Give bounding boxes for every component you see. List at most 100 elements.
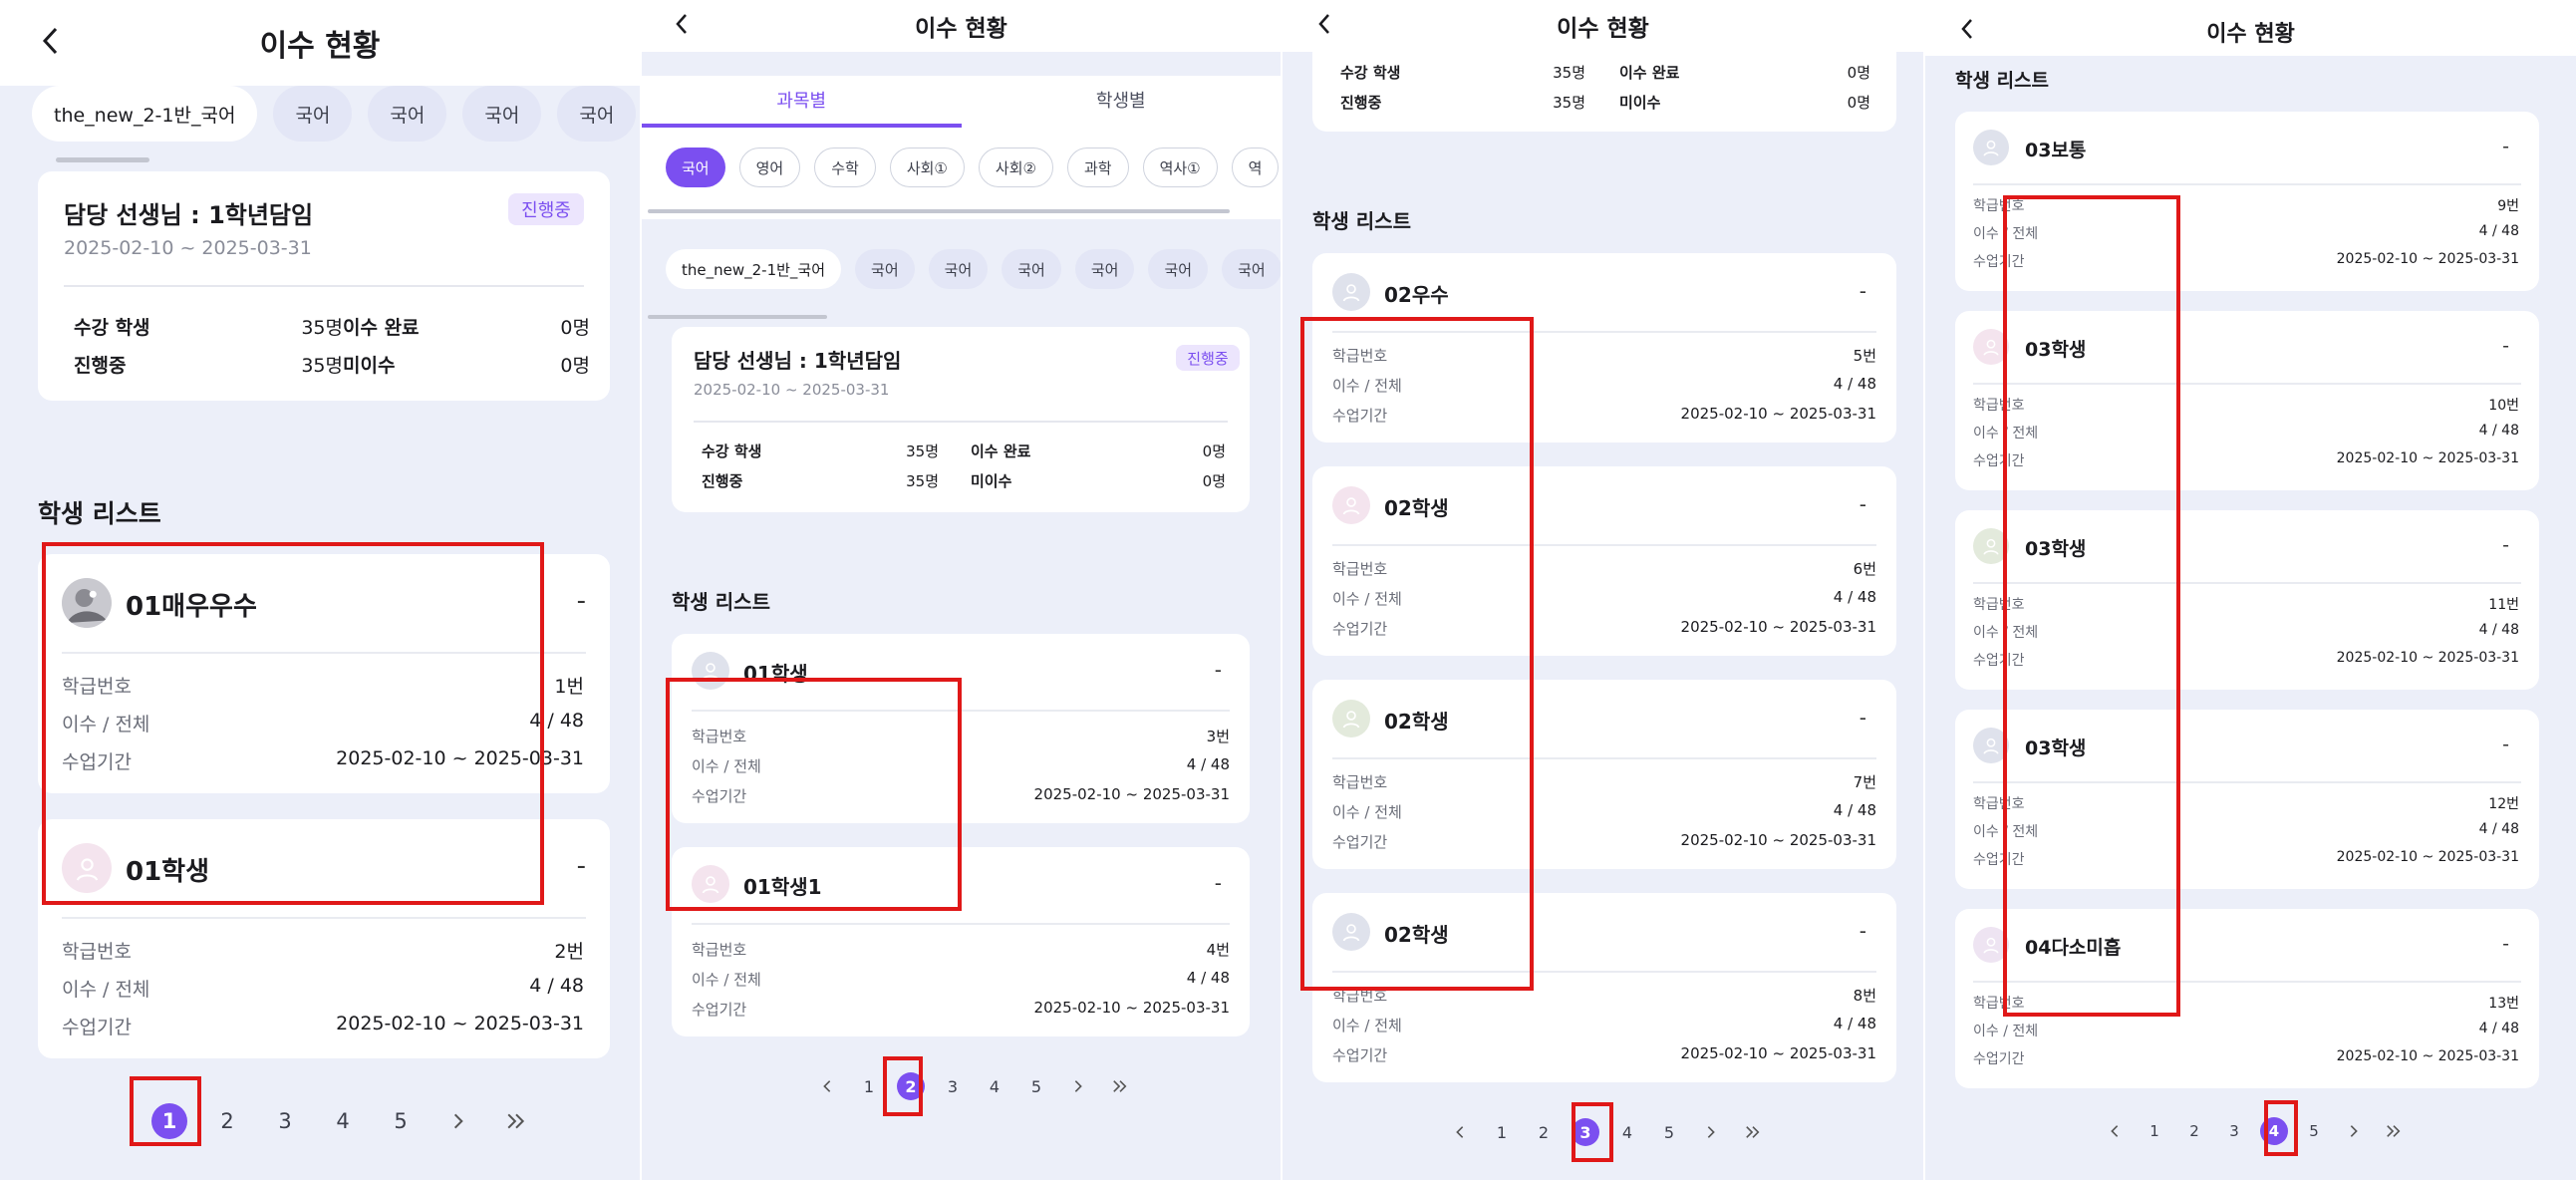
prev-chevron-icon[interactable]	[1446, 1118, 1474, 1146]
enrolled-value: 35명	[1553, 64, 1585, 82]
student-list-title: 학생 리스트	[38, 499, 161, 528]
enrolled-value: 35명	[906, 442, 939, 460]
completion-ratio-label: 이수 / 전체	[1332, 803, 1402, 821]
row-menu-dash[interactable]: -	[1860, 492, 1866, 516]
last-chevron-icon[interactable]	[498, 1103, 534, 1139]
student-card[interactable]: 03보통 - 학급번호 9번 이수 / 전체 4 / 48 수업기간 2025-02-10 ~…	[1955, 112, 2539, 291]
class-chip[interactable]: 국어	[855, 249, 915, 289]
tab-by-subject[interactable]: 과목별	[642, 76, 962, 128]
card-divider	[1332, 971, 1876, 973]
subject-filter-chip[interactable]: 수학	[814, 148, 876, 187]
class-chip-selected[interactable]: the_new_2-1반_국어	[32, 86, 258, 142]
page-current[interactable]: 1	[151, 1103, 187, 1139]
row-menu-dash[interactable]: -	[2502, 335, 2509, 357]
class-chip[interactable]: 국어	[1222, 249, 1281, 289]
page-link[interactable]: 4	[1613, 1118, 1641, 1146]
course-period-value: 2025-02-10 ~ 2025-03-31	[1680, 618, 1876, 636]
class-chip[interactable]: 국어	[1148, 249, 1209, 289]
row-menu-dash[interactable]: -	[1215, 871, 1222, 895]
completion-ratio-value: 4 / 48	[1186, 969, 1230, 987]
class-chip-selected[interactable]: the_new_2-1반_국어	[666, 249, 842, 289]
page-current[interactable]: 2	[897, 1072, 925, 1100]
next-chevron-icon[interactable]	[440, 1103, 476, 1139]
page-current[interactable]: 4	[2260, 1117, 2288, 1145]
page-link[interactable]: 5	[2300, 1117, 2328, 1145]
row-menu-dash[interactable]: -	[577, 586, 586, 616]
chip-scrollbar[interactable]	[648, 315, 827, 319]
chip-scrollbar[interactable]	[56, 157, 149, 162]
page-link[interactable]: 2	[209, 1103, 245, 1139]
card-divider	[692, 710, 1230, 712]
class-chip[interactable]: 국어	[273, 86, 353, 142]
next-chevron-icon[interactable]	[2340, 1117, 2368, 1145]
subject-filter-chip[interactable]: 역사①	[1142, 148, 1218, 187]
class-chip[interactable]: 국어	[1002, 249, 1061, 289]
page-current[interactable]: 3	[1572, 1118, 1599, 1146]
class-chip[interactable]: 국어	[1074, 249, 1135, 289]
student-card[interactable]: 01매우우수 - 학급번호 1번 이수 / 전체 4 / 48 수업기간 2025-02-10…	[38, 554, 610, 793]
subject-scrollbar[interactable]	[648, 209, 1230, 213]
row-menu-dash[interactable]: -	[1860, 919, 1866, 943]
row-menu-dash[interactable]: -	[1215, 658, 1222, 682]
avatar	[1973, 728, 2009, 763]
page-link[interactable]: 2	[2180, 1117, 2208, 1145]
completion-ratio-label: 이수 / 전체	[62, 714, 150, 736]
subject-filter-chip[interactable]: 과학	[1066, 148, 1129, 187]
class-chip[interactable]: 국어	[462, 86, 542, 142]
incomplete-label: 미이수	[971, 472, 1012, 490]
subject-filter-chip[interactable]: 사회①	[889, 148, 965, 187]
student-card[interactable]: 01학생 - 학급번호 3번 이수 / 전체 4 / 48 수업기간 2025-02-10 ~…	[672, 634, 1250, 823]
student-card[interactable]: 03학생 - 학급번호 12번 이수 / 전체 4 / 48 수업기간 2025-02-10 …	[1955, 710, 2539, 889]
student-card[interactable]: 02우수 - 학급번호 5번 이수 / 전체 4 / 48 수업기간 2025-02-10 ~…	[1312, 253, 1896, 442]
subject-filter-chip[interactable]: 국어	[666, 148, 725, 187]
page-link[interactable]: 1	[1488, 1118, 1516, 1146]
page-link[interactable]: 1	[2141, 1117, 2168, 1145]
card-divider	[1332, 757, 1876, 759]
card-divider	[1973, 383, 2521, 385]
page-link[interactable]: 5	[383, 1103, 419, 1139]
class-chip[interactable]: 국어	[928, 249, 989, 289]
row-menu-dash[interactable]: -	[2502, 534, 2509, 556]
student-name: 01학생	[126, 857, 210, 887]
subject-filter-chip[interactable]: 역	[1231, 148, 1280, 187]
student-card[interactable]: 01학생1 - 학급번호 4번 이수 / 전체 4 / 48 수업기간 2025-02-10 …	[672, 847, 1250, 1036]
page-link[interactable]: 2	[1530, 1118, 1558, 1146]
page-title: 이수 현황	[2206, 22, 2295, 47]
prev-chevron-icon[interactable]	[813, 1072, 841, 1100]
page-link[interactable]: 4	[981, 1072, 1008, 1100]
page-link[interactable]: 3	[2220, 1117, 2248, 1145]
student-card[interactable]: 03학생 - 학급번호 10번 이수 / 전체 4 / 48 수업기간 2025-02-10 …	[1955, 311, 2539, 490]
progress-value: 35명	[301, 355, 343, 377]
row-menu-dash[interactable]: -	[1860, 279, 1866, 303]
page-link[interactable]: 5	[1655, 1118, 1683, 1146]
subject-filter-chip[interactable]: 사회②	[978, 148, 1053, 187]
last-chevron-icon[interactable]	[2380, 1117, 2408, 1145]
row-menu-dash[interactable]: -	[2502, 734, 2509, 755]
student-card[interactable]: 04다소미흡 - 학급번호 13번 이수 / 전체 4 / 48 수업기간 2025-02-1…	[1955, 909, 2539, 1088]
student-card[interactable]: 03학생 - 학급번호 11번 이수 / 전체 4 / 48 수업기간 2025-02-10 …	[1955, 510, 2539, 690]
page-link[interactable]: 4	[325, 1103, 361, 1139]
subject-filter-chip[interactable]: 영어	[738, 148, 801, 187]
student-card[interactable]: 01학생 - 학급번호 2번 이수 / 전체 4 / 48 수업기간 2025-02-10 ~…	[38, 819, 610, 1058]
class-chip[interactable]: 국어	[368, 86, 447, 142]
class-chip[interactable]: 국어	[557, 86, 637, 142]
header-overlay: 이수 현황	[1283, 0, 1923, 52]
next-chevron-icon[interactable]	[1697, 1118, 1725, 1146]
page-link[interactable]: 3	[267, 1103, 303, 1139]
next-chevron-icon[interactable]	[1064, 1072, 1092, 1100]
row-menu-dash[interactable]: -	[1860, 706, 1866, 730]
student-card[interactable]: 02학생 - 학급번호 8번 이수 / 전체 4 / 48 수업기간 2025-02-10 ~…	[1312, 893, 1896, 1082]
row-menu-dash[interactable]: -	[2502, 136, 2509, 157]
student-card[interactable]: 02학생 - 학급번호 7번 이수 / 전체 4 / 48 수업기간 2025-02-10 ~…	[1312, 680, 1896, 869]
page-link[interactable]: 3	[939, 1072, 967, 1100]
page-link[interactable]: 5	[1022, 1072, 1050, 1100]
page-link[interactable]: 1	[855, 1072, 883, 1100]
last-chevron-icon[interactable]	[1739, 1118, 1767, 1146]
tab-by-student[interactable]: 학생별	[962, 76, 1282, 128]
prev-chevron-icon[interactable]	[2101, 1117, 2129, 1145]
student-name: 02학생	[1384, 710, 1449, 734]
row-menu-dash[interactable]: -	[577, 851, 586, 881]
row-menu-dash[interactable]: -	[2502, 933, 2509, 955]
student-card[interactable]: 02학생 - 학급번호 6번 이수 / 전체 4 / 48 수업기간 2025-02-10 ~…	[1312, 466, 1896, 656]
last-chevron-icon[interactable]	[1106, 1072, 1134, 1100]
